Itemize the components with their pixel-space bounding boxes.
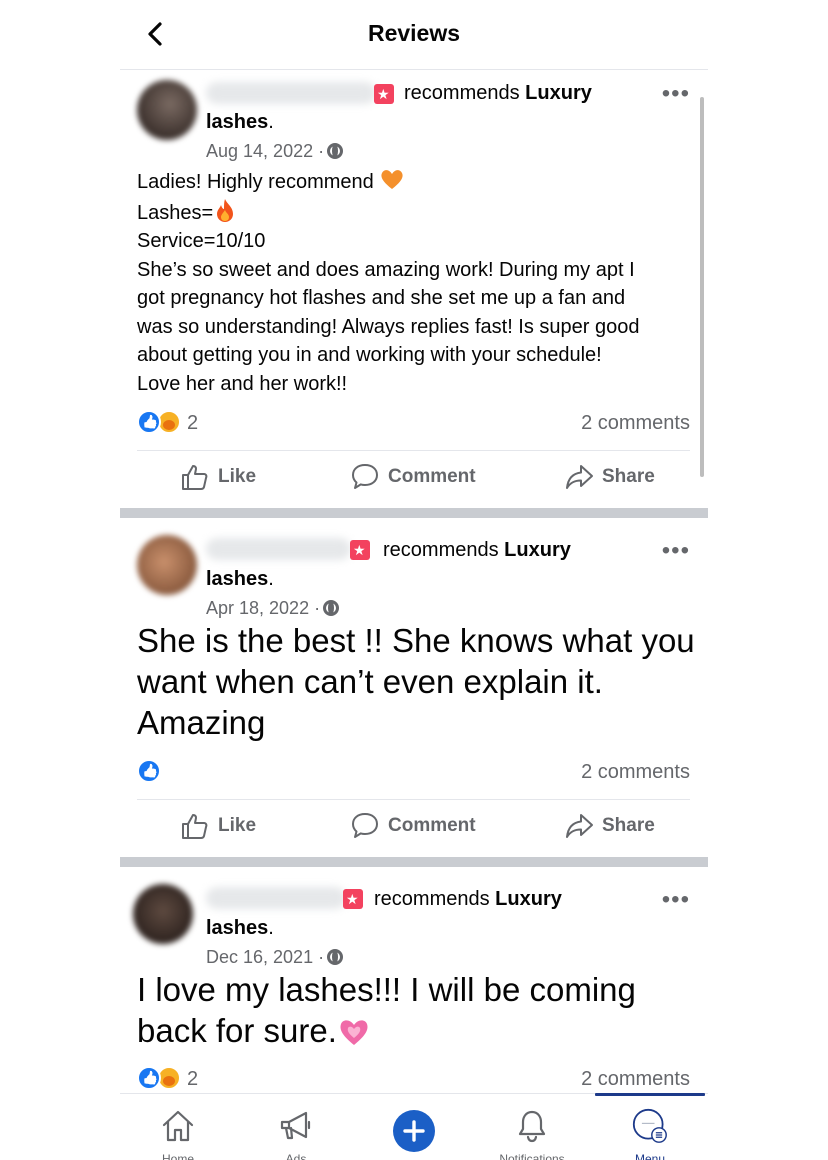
bottom-tab-bar: Home Ads Notifications Menu (120, 1093, 708, 1160)
megaphone-icon (280, 1111, 311, 1140)
reaction-count[interactable]: 2 (187, 1066, 198, 1092)
reaction-count[interactable]: 2 (187, 410, 198, 436)
like-button[interactable]: Like (180, 806, 256, 846)
like-reaction-icon[interactable] (137, 759, 161, 783)
post-date[interactable]: Aug 14, 2022 · (206, 140, 344, 162)
fire-icon (217, 198, 234, 222)
page-link[interactable]: Luxury (525, 82, 592, 104)
recommend-icon (343, 889, 363, 909)
reviews-feed: recommends Luxury lashes. Aug 14, 2022 ·… (120, 70, 708, 1093)
top-bar: Reviews (120, 0, 708, 70)
globe-icon (327, 949, 344, 965)
page-link[interactable]: Luxury (495, 888, 562, 910)
globe-icon (323, 600, 340, 616)
post-separator (120, 857, 708, 867)
recommend-icon (350, 540, 370, 560)
tab-home[interactable]: Home (128, 1094, 228, 1160)
page-profile-icon (632, 1108, 667, 1143)
divider (137, 799, 690, 800)
orange-heart-icon (381, 170, 403, 189)
avatar[interactable] (137, 535, 197, 595)
comment-button[interactable]: Comment (350, 457, 476, 497)
share-button[interactable]: Share (564, 806, 655, 846)
like-button[interactable]: Like (180, 457, 256, 497)
page-title: Reviews (367, 20, 461, 46)
review-post: recommends Luxury lashes. Aug 14, 2022 ·… (120, 70, 708, 510)
tab-menu[interactable]: Menu (600, 1094, 700, 1160)
tab-notifications[interactable]: Notifications (482, 1094, 582, 1160)
globe-icon (327, 143, 344, 159)
review-post: recommends Luxury lashes. Dec 16, 2021 ·… (120, 867, 708, 1093)
post-date[interactable]: Apr 18, 2022 · (206, 597, 340, 619)
comment-icon (352, 813, 378, 838)
comments-link[interactable]: 2 comments (581, 759, 690, 785)
recommend-line: recommends Luxury (374, 888, 562, 910)
comments-link[interactable]: 2 comments (581, 1066, 690, 1092)
like-reaction-icon[interactable] (137, 1066, 161, 1090)
share-icon (566, 465, 593, 489)
comments-link[interactable]: 2 comments (581, 410, 690, 436)
reactions-row: 2 2 comments (137, 410, 690, 436)
create-button[interactable] (364, 1094, 464, 1160)
review-post: recommends Luxury lashes. Apr 18, 2022 ·… (120, 518, 708, 858)
review-text: She is the best !! She knows what you wa… (137, 622, 695, 741)
home-icon (162, 1110, 194, 1142)
thumbs-up-icon (182, 814, 208, 839)
plus-icon (393, 1110, 435, 1152)
like-reaction-icon[interactable] (137, 410, 161, 434)
recommend-line: recommends Luxury (383, 539, 571, 561)
page-link-continued[interactable]: lashes. (206, 916, 274, 940)
avatar[interactable] (133, 884, 193, 944)
share-icon (566, 814, 593, 838)
more-options-button[interactable]: ••• (662, 539, 690, 563)
sparkling-heart-icon (340, 1020, 368, 1045)
comment-icon (352, 464, 378, 489)
tab-ads[interactable]: Ads (246, 1094, 346, 1160)
more-options-button[interactable]: ••• (662, 82, 690, 106)
page-link-continued[interactable]: lashes. (206, 110, 274, 134)
avatar[interactable] (137, 80, 197, 140)
divider (137, 450, 690, 451)
thumbs-up-icon (182, 465, 208, 490)
review-text: I love my lashes!!! I will be coming bac… (137, 971, 636, 1049)
post-separator (120, 508, 708, 518)
more-options-button[interactable]: ••• (662, 888, 690, 912)
share-button[interactable]: Share (564, 457, 655, 497)
reviewer-name[interactable] (206, 887, 346, 909)
comment-button[interactable]: Comment (350, 806, 476, 846)
review-text: Ladies! Highly recommend Lashes= Service… (137, 166, 697, 398)
page-link-continued[interactable]: lashes. (206, 567, 274, 591)
recommend-icon (374, 84, 394, 104)
post-date[interactable]: Dec 16, 2021 · (206, 946, 344, 968)
bell-icon (518, 1110, 546, 1143)
reviewer-name[interactable] (206, 82, 376, 104)
reactions-row: 2 2 comments (137, 1066, 690, 1092)
recommend-line: recommends Luxury (404, 82, 592, 104)
reactions-row: 2 comments (137, 759, 690, 785)
reviewer-name[interactable] (206, 538, 351, 560)
page-link[interactable]: Luxury (504, 539, 571, 561)
